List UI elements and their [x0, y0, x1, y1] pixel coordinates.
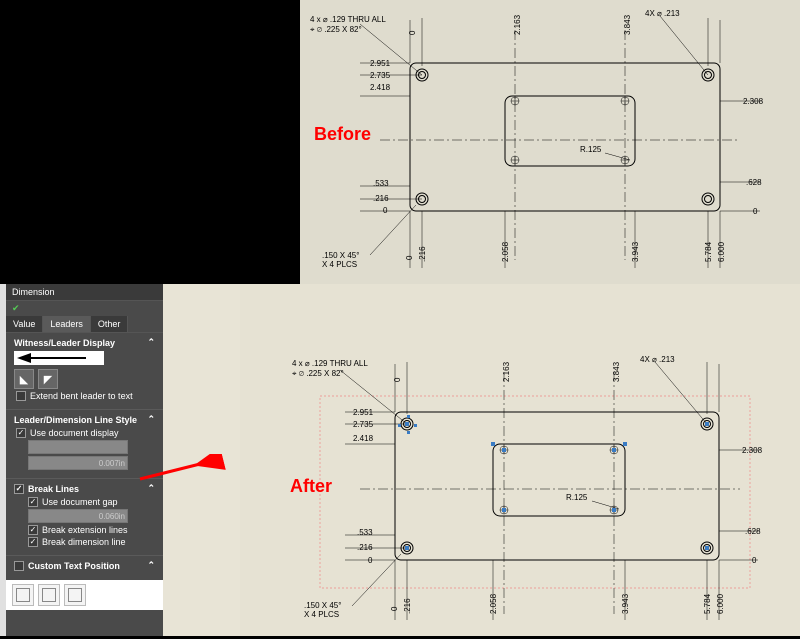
before-svg: 4 x ⌀ .129 THRU ALL ⌖ ⌀ .225 X 82° 4X ⌀ …: [300, 0, 800, 284]
svg-text:5.784: 5.784: [704, 241, 713, 262]
svg-text:2.735: 2.735: [353, 420, 374, 429]
gap-input[interactable]: 0.060in: [28, 509, 128, 523]
note-4x: 4X ⌀ .213: [645, 9, 680, 18]
svg-text:6.000: 6.000: [716, 593, 725, 614]
line-thickness-input[interactable]: 0.007in: [28, 456, 128, 470]
use-doc-display-checkbox[interactable]: [16, 428, 26, 438]
svg-text:0: 0: [383, 206, 388, 215]
property-manager: Dimension ✔ Value Leaders Other Witness/…: [6, 284, 163, 636]
svg-text:2.418: 2.418: [353, 434, 374, 443]
svg-text:4X ⌀ .213: 4X ⌀ .213: [640, 355, 675, 364]
svg-text:3.943: 3.943: [631, 241, 640, 262]
svg-text:0: 0: [393, 377, 402, 382]
svg-text:2.163: 2.163: [502, 361, 511, 382]
note-r125: R.125: [580, 145, 602, 154]
before-drawing-canvas: 4 x ⌀ .129 THRU ALL ⌖ ⌀ .225 X 82° 4X ⌀ …: [300, 0, 800, 284]
svg-text:2.951: 2.951: [370, 59, 391, 68]
svg-text:3.943: 3.943: [621, 593, 630, 614]
svg-text:.533: .533: [357, 528, 373, 537]
svg-text:5.784: 5.784: [703, 593, 712, 614]
text-pos-1-icon[interactable]: [12, 584, 34, 606]
svg-text:⌖ ⌀ .225 X 82°: ⌖ ⌀ .225 X 82°: [292, 369, 344, 378]
black-area: [0, 0, 300, 284]
svg-text:2.418: 2.418: [370, 83, 391, 92]
dimension-title: Dimension: [12, 287, 55, 297]
leader-style-1-icon[interactable]: ◣: [14, 369, 34, 389]
tabs: Value Leaders Other: [6, 316, 163, 333]
text-pos-2-icon[interactable]: [38, 584, 60, 606]
svg-text:2.308: 2.308: [742, 446, 763, 455]
svg-text:2.058: 2.058: [489, 593, 498, 614]
arrow-style-dropdown[interactable]: [14, 351, 104, 365]
svg-text:0: 0: [408, 30, 417, 35]
collapse-icon[interactable]: ⌃: [147, 414, 155, 425]
break-lines-checkbox[interactable]: [14, 484, 24, 494]
line-style-dropdown[interactable]: [28, 440, 128, 454]
collapse-icon[interactable]: ⌃: [147, 560, 155, 571]
svg-text:3.843: 3.843: [612, 361, 621, 382]
collapse-icon[interactable]: ⌃: [147, 483, 155, 494]
svg-text:0: 0: [753, 207, 758, 216]
leader-style-2-icon[interactable]: ◤: [38, 369, 58, 389]
svg-text:.628: .628: [746, 178, 762, 187]
before-panel: 4 x ⌀ .129 THRU ALL ⌖ ⌀ .225 X 82° 4X ⌀ …: [0, 0, 800, 284]
svg-text:R.125: R.125: [566, 493, 588, 502]
svg-text:2.951: 2.951: [353, 408, 374, 417]
note-chamfer2: X 4 PLCS: [322, 260, 357, 269]
pm-header: Dimension: [6, 284, 163, 301]
svg-text:.216: .216: [357, 543, 373, 552]
section-wld: Witness/Leader Display⌃ ◣ ◤ Extend bent …: [6, 333, 163, 410]
use-doc-gap-checkbox[interactable]: [28, 497, 38, 507]
extend-bent-checkbox[interactable]: [16, 391, 26, 401]
svg-text:X 4 PLCS: X 4 PLCS: [304, 610, 339, 619]
after-drawing-canvas[interactable]: 4 x ⌀ .129 THRU ALL ⌖ ⌀ .225 X 82° 4X ⌀ …: [240, 284, 800, 636]
note-csk: ⌖ ⌀ .225 X 82°: [310, 25, 362, 34]
svg-text:2.308: 2.308: [743, 97, 764, 106]
svg-text:2.163: 2.163: [513, 14, 522, 35]
break-ext-checkbox[interactable]: [28, 525, 38, 535]
svg-text:.533: .533: [373, 179, 389, 188]
svg-text:.628: .628: [745, 527, 761, 536]
custom-text-pos-checkbox[interactable]: [14, 561, 24, 571]
text-pos-3-icon[interactable]: [64, 584, 86, 606]
tab-other[interactable]: Other: [91, 316, 129, 332]
after-label: After: [290, 476, 332, 497]
note-chamfer: .150 X 45°: [322, 251, 359, 260]
section-break-lines: Break Lines⌃ Use document gap 0.060in Br…: [6, 479, 163, 556]
svg-text:2.058: 2.058: [501, 241, 510, 262]
text-pos-icons: [6, 580, 163, 610]
break-dim-checkbox[interactable]: [28, 537, 38, 547]
after-svg: 4 x ⌀ .129 THRU ALL ⌖ ⌀ .225 X 82° 4X ⌀ …: [240, 284, 800, 636]
section-custom-text: Custom Text Position⌃: [6, 556, 163, 580]
before-label: Before: [314, 124, 371, 145]
collapse-icon[interactable]: ⌃: [147, 337, 155, 348]
svg-text:.216: .216: [418, 246, 427, 262]
svg-text:0: 0: [752, 556, 757, 565]
tab-value[interactable]: Value: [6, 316, 43, 332]
section-line-style: Leader/Dimension Line Style⌃ Use documen…: [6, 410, 163, 479]
svg-text:0: 0: [405, 255, 414, 260]
svg-text:.216: .216: [403, 598, 412, 614]
svg-text:.216: .216: [373, 194, 389, 203]
svg-text:6.000: 6.000: [717, 241, 726, 262]
svg-text:4 x ⌀ .129 THRU ALL: 4 x ⌀ .129 THRU ALL: [292, 359, 368, 368]
tab-leaders[interactable]: Leaders: [43, 316, 91, 332]
svg-text:.150 X 45°: .150 X 45°: [304, 601, 341, 610]
after-panel: Dimension ✔ Value Leaders Other Witness/…: [0, 284, 800, 636]
svg-text:0: 0: [368, 556, 373, 565]
svg-text:2.735: 2.735: [370, 71, 391, 80]
svg-text:3.843: 3.843: [623, 14, 632, 35]
note-thru: 4 x ⌀ .129 THRU ALL: [310, 15, 386, 24]
svg-text:0: 0: [390, 606, 399, 611]
ok-icon[interactable]: ✔: [12, 303, 20, 313]
